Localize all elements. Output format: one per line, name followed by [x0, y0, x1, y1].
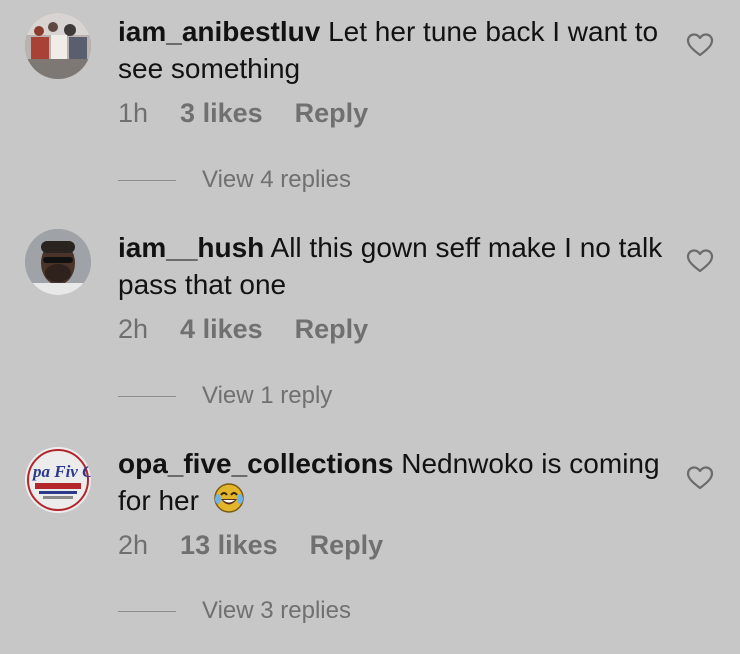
profile-photo-icon [25, 13, 91, 79]
like-heart-icon[interactable] [686, 248, 714, 274]
view-replies-label[interactable]: View 4 replies [202, 166, 351, 194]
avatar[interactable] [25, 13, 91, 79]
view-replies-label[interactable]: View 3 replies [202, 597, 351, 625]
comment-meta: 2h 4 likes Reply [118, 314, 368, 345]
comment-username[interactable]: opa_five_collections [118, 448, 393, 479]
avatar[interactable]: pa Fiv Collectio [25, 447, 91, 513]
comment-username[interactable]: iam__hush [118, 232, 264, 263]
reply-button[interactable]: Reply [295, 98, 369, 129]
comment-likes[interactable]: 4 likes [180, 314, 263, 345]
comment-time: 1h [118, 98, 149, 128]
comment-likes[interactable]: 13 likes [180, 530, 278, 561]
like-heart-icon[interactable] [686, 32, 714, 58]
comment-likes[interactable]: 3 likes [180, 98, 263, 129]
reply-button[interactable]: Reply [310, 530, 384, 561]
view-replies[interactable]: View 4 replies [118, 166, 351, 194]
replies-divider [118, 395, 176, 397]
profile-photo-icon [25, 229, 91, 295]
view-replies[interactable]: View 3 replies [118, 597, 351, 625]
comment-meta: 1h 3 likes Reply [118, 98, 368, 129]
comment-body: iam__hush All this gown seff make I no t… [118, 229, 663, 303]
comment-time: 2h [118, 314, 149, 344]
avatar[interactable] [25, 229, 91, 295]
replies-divider [118, 610, 176, 612]
comment-body: opa_five_collections Nednwoko is coming … [118, 445, 663, 523]
comment-meta: 2h 13 likes Reply [118, 530, 383, 561]
comment-body: iam_anibestluv Let her tune back I want … [118, 13, 663, 87]
replies-divider [118, 179, 176, 181]
comment-username[interactable]: iam_anibestluv [118, 16, 320, 47]
view-replies-label[interactable]: View 1 reply [202, 382, 332, 410]
reply-button[interactable]: Reply [295, 314, 369, 345]
comment-time: 2h [118, 530, 149, 560]
like-heart-icon[interactable] [686, 465, 714, 491]
avatar-logo-text: pa Fiv Collectio [31, 462, 91, 481]
face-with-tears-of-joy-icon [213, 482, 245, 523]
view-replies[interactable]: View 1 reply [118, 382, 332, 410]
brand-logo-icon: pa Fiv Collectio [25, 447, 91, 513]
